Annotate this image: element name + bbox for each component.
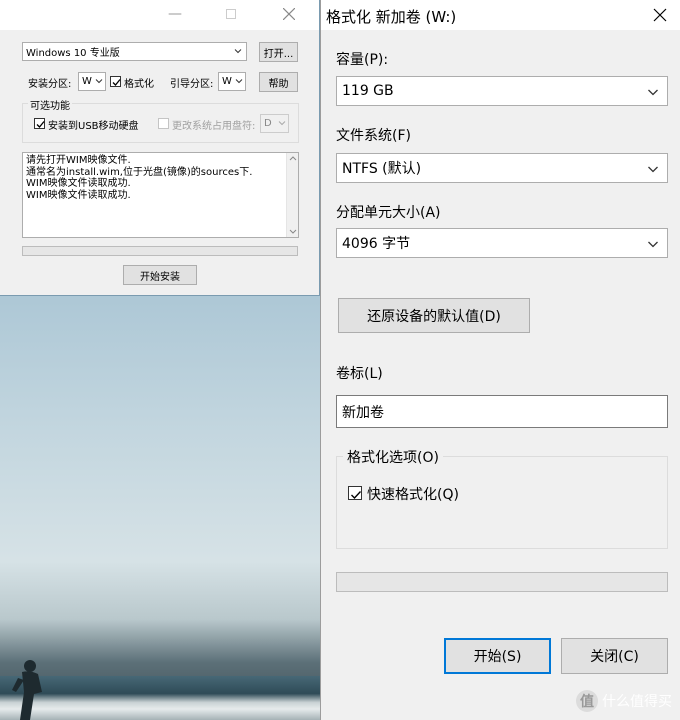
capacity-select[interactable]: 119 GB (336, 76, 668, 106)
log-line: WIM映像文件读取成功. (26, 178, 131, 189)
install-partition-label: 安装分区: (28, 79, 72, 90)
chevron-down-icon (95, 79, 103, 84)
edition-select-value: Windows 10 专业版 (26, 48, 120, 59)
scroll-down-icon[interactable] (289, 229, 297, 235)
boot-partition-value: W (222, 76, 232, 87)
filesystem-label: 文件系统(F) (336, 128, 411, 144)
edition-select[interactable]: Windows 10 专业版 (22, 42, 247, 61)
watermark-text: 什么值得买 (602, 694, 672, 710)
install-progress-bar (22, 246, 298, 256)
usb-install-checkbox[interactable] (34, 118, 45, 129)
log-scrollbar[interactable] (286, 153, 298, 237)
quick-format-checkbox[interactable] (348, 486, 362, 500)
installer-window: — Windows 10 专业版 打开... 安装分区: W 格式化 引导分区:… (0, 0, 320, 296)
log-line: WIM映像文件读取成功. (26, 189, 131, 201)
chevron-down-icon (278, 121, 286, 126)
log-textarea[interactable]: 请先打开WIM映像文件. 通常名为install.wim,位于光盘(镜像)的so… (22, 152, 299, 238)
optional-features-label: 可选功能 (28, 97, 72, 112)
chevron-down-icon (648, 241, 658, 248)
format-dialog: 格式化 新加卷 (W:) 容量(P): 119 GB 文件系统(F) NTFS … (320, 0, 680, 720)
check-icon (112, 79, 121, 86)
filesystem-value: NTFS (默认) (342, 161, 422, 177)
alloc-unit-value: 4096 字节 (342, 236, 411, 252)
change-letter-checkbox (158, 118, 169, 129)
format-titlebar: 格式化 新加卷 (W:) (321, 0, 680, 30)
installer-titlebar: — (0, 0, 319, 30)
check-icon (36, 121, 45, 128)
filesystem-select[interactable]: NTFS (默认) (336, 153, 668, 183)
close-icon[interactable] (266, 0, 312, 28)
restore-defaults-button[interactable]: 还原设备的默认值(D) (338, 298, 530, 333)
watermark: 值 什么值得买 (576, 690, 672, 712)
scroll-up-icon[interactable] (289, 155, 297, 161)
log-line: 通常名为install.wim,位于光盘(镜像)的sources下. (26, 166, 253, 178)
alloc-unit-label: 分配单元大小(A) (336, 205, 441, 221)
boot-partition-select[interactable]: W (218, 72, 246, 91)
format-checkbox[interactable] (110, 76, 121, 87)
minimize-icon[interactable]: — (152, 0, 198, 28)
capacity-value: 119 GB (342, 83, 394, 99)
change-letter-value: D (264, 118, 272, 129)
install-partition-value: W (82, 76, 92, 87)
format-progress-bar (336, 572, 668, 592)
log-line: 请先打开WIM映像文件. (26, 155, 131, 166)
check-icon (351, 491, 362, 500)
start-install-button[interactable]: 开始安装 (123, 265, 197, 285)
boot-partition-label: 引导分区: (170, 79, 214, 90)
volume-label-value: 新加卷 (342, 404, 384, 421)
close-icon[interactable] (648, 3, 672, 27)
install-partition-select[interactable]: W (78, 72, 106, 91)
capacity-label: 容量(P): (336, 52, 389, 68)
maximize-icon[interactable] (208, 0, 254, 28)
volume-label-label: 卷标(L) (336, 366, 383, 382)
quick-format-label: 快速格式化(Q) (367, 487, 459, 503)
open-button[interactable]: 打开... (259, 42, 298, 62)
chevron-down-icon (648, 166, 658, 173)
chevron-down-icon (234, 49, 242, 54)
change-letter-select: D (260, 114, 289, 133)
chevron-down-icon (235, 79, 243, 84)
usb-install-label: 安装到USB移动硬盘 (48, 121, 139, 132)
format-checkbox-label: 格式化 (124, 79, 154, 90)
change-letter-label: 更改系统占用盘符: (172, 121, 256, 132)
chevron-down-icon (648, 89, 658, 96)
alloc-unit-select[interactable]: 4096 字节 (336, 228, 668, 258)
watermark-badge-icon: 值 (576, 690, 598, 712)
runner-silhouette (12, 660, 42, 720)
close-dialog-button[interactable]: 关闭(C) (561, 638, 668, 674)
start-format-button[interactable]: 开始(S) (444, 638, 551, 674)
dialog-title: 格式化 新加卷 (W:) (326, 8, 457, 26)
help-button[interactable]: 帮助 (259, 72, 298, 92)
format-options-label: 格式化选项(O) (343, 447, 443, 467)
volume-label-input[interactable]: 新加卷 (336, 395, 668, 428)
